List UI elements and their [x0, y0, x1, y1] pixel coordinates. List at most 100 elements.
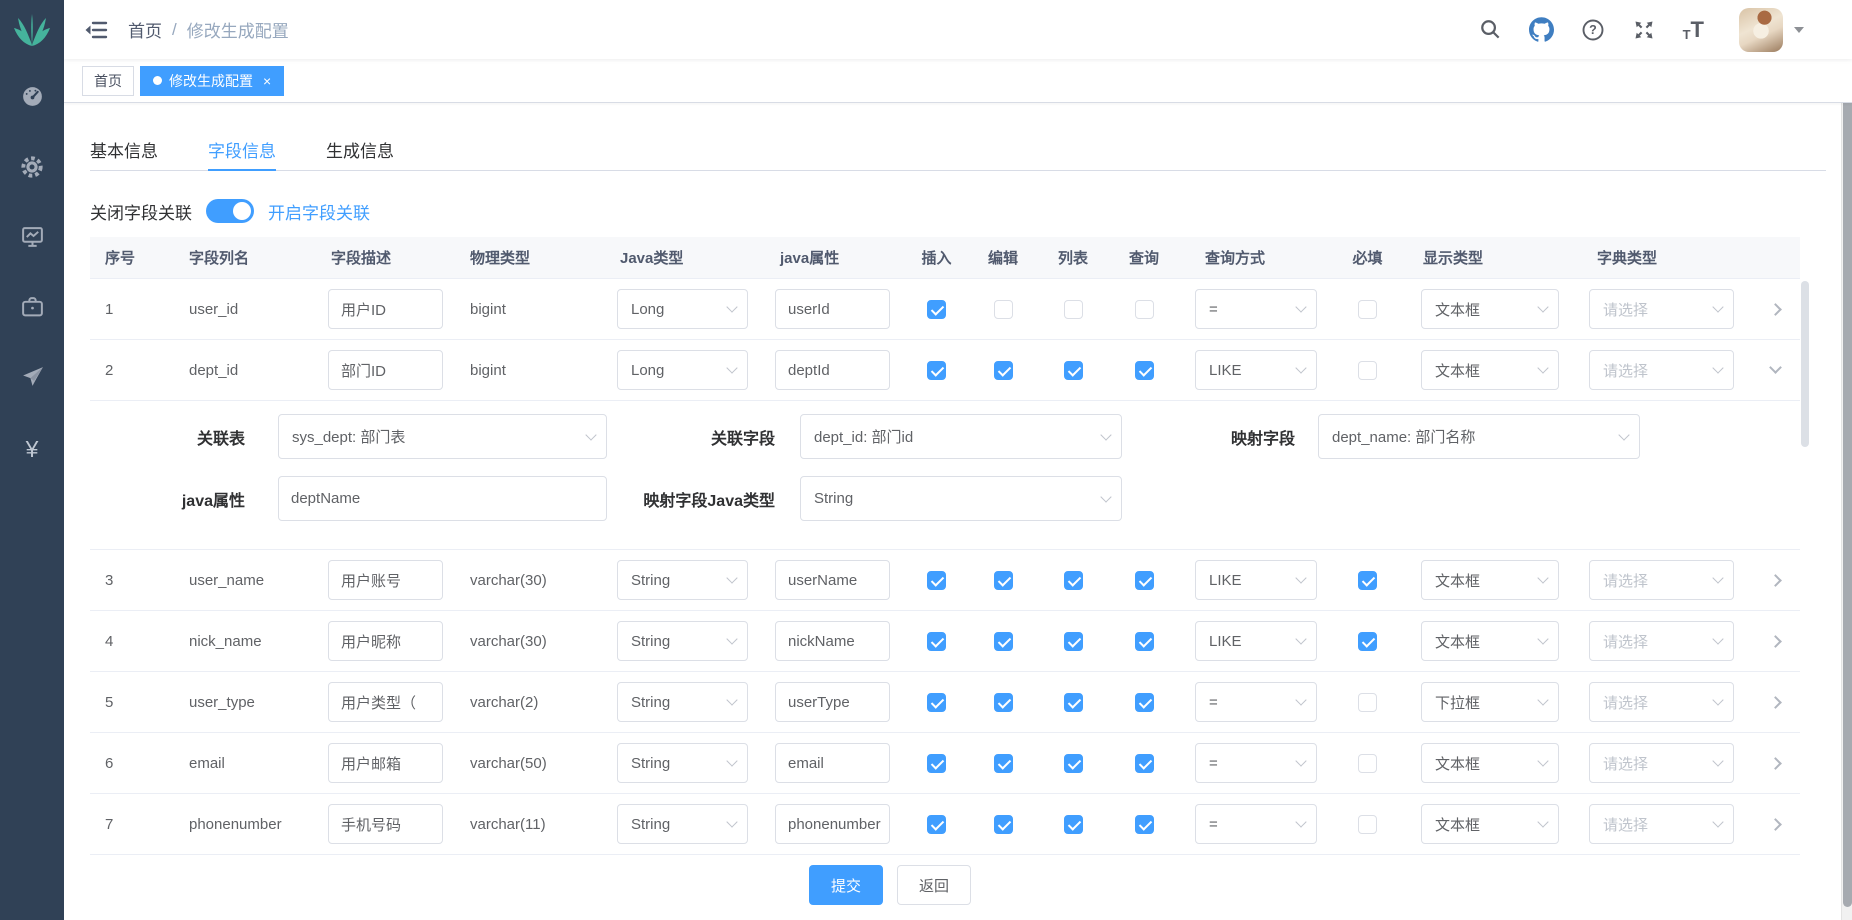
- insert-checkbox[interactable]: [927, 632, 946, 651]
- list-checkbox[interactable]: [1064, 815, 1083, 834]
- query-mode-select[interactable]: =: [1195, 804, 1317, 844]
- edit-checkbox[interactable]: [994, 571, 1013, 590]
- dict-type-select[interactable]: 请选择: [1589, 682, 1734, 722]
- sidebar-fold-icon[interactable]: [84, 20, 108, 40]
- java-type-select[interactable]: Long: [617, 350, 748, 390]
- java-type-select[interactable]: String: [617, 621, 748, 661]
- tab-field-info[interactable]: 字段信息: [208, 129, 276, 170]
- association-field-select[interactable]: dept_id: 部门id: [800, 414, 1122, 459]
- sidebar-item-dashboard[interactable]: [0, 64, 64, 134]
- breadcrumb-home[interactable]: 首页: [128, 17, 162, 42]
- expand-row-chevron-icon[interactable]: [1769, 574, 1782, 587]
- github-icon[interactable]: [1529, 17, 1554, 42]
- display-type-select[interactable]: 文本框: [1421, 289, 1559, 329]
- list-checkbox[interactable]: [1064, 693, 1083, 712]
- query-checkbox[interactable]: [1135, 632, 1154, 651]
- dict-type-select[interactable]: 请选择: [1589, 743, 1734, 783]
- java-type-select[interactable]: String: [617, 682, 748, 722]
- submit-button[interactable]: 提交: [809, 865, 883, 905]
- sidebar-item-system[interactable]: [0, 134, 64, 204]
- dict-type-select[interactable]: 请选择: [1589, 804, 1734, 844]
- required-checkbox[interactable]: [1358, 632, 1377, 651]
- expand-row-chevron-icon[interactable]: [1769, 818, 1782, 831]
- display-type-select[interactable]: 下拉框: [1421, 682, 1559, 722]
- field-association-switch[interactable]: [206, 199, 254, 223]
- expand-row-chevron-icon[interactable]: [1769, 696, 1782, 709]
- required-checkbox[interactable]: [1358, 300, 1377, 319]
- edit-checkbox[interactable]: [994, 754, 1013, 773]
- query-checkbox[interactable]: [1135, 300, 1154, 319]
- font-size-icon[interactable]: TT: [1683, 19, 1704, 41]
- java-attr-input[interactable]: userType: [775, 682, 890, 722]
- required-checkbox[interactable]: [1358, 571, 1377, 590]
- page-scrollbar-thumb[interactable]: [1843, 2, 1852, 907]
- mapping-java-type-select[interactable]: String: [800, 476, 1122, 521]
- sidebar-item-guide[interactable]: [0, 344, 64, 414]
- display-type-select[interactable]: 文本框: [1421, 350, 1559, 390]
- sidebar-item-monitor[interactable]: [0, 204, 64, 274]
- required-checkbox[interactable]: [1358, 693, 1377, 712]
- query-checkbox[interactable]: [1135, 571, 1154, 590]
- expand-row-chevron-icon[interactable]: [1769, 361, 1782, 374]
- list-checkbox[interactable]: [1064, 571, 1083, 590]
- search-icon[interactable]: [1479, 18, 1502, 41]
- description-input[interactable]: 手机号码: [328, 804, 443, 844]
- fullscreen-icon[interactable]: [1632, 18, 1656, 42]
- sidebar-item-tool[interactable]: [0, 274, 64, 344]
- edit-checkbox[interactable]: [994, 693, 1013, 712]
- dict-type-select[interactable]: 请选择: [1589, 621, 1734, 661]
- display-type-select[interactable]: 文本框: [1421, 804, 1559, 844]
- insert-checkbox[interactable]: [927, 361, 946, 380]
- insert-checkbox[interactable]: [927, 693, 946, 712]
- app-logo[interactable]: [0, 0, 64, 64]
- insert-checkbox[interactable]: [927, 754, 946, 773]
- query-checkbox[interactable]: [1135, 754, 1154, 773]
- tab-generate-info[interactable]: 生成信息: [326, 129, 394, 170]
- tag-active-page[interactable]: 修改生成配置 ×: [140, 66, 284, 96]
- help-icon[interactable]: ?: [1581, 18, 1605, 42]
- java-attr-input[interactable]: deptId: [775, 350, 890, 390]
- sidebar-item-pay[interactable]: ¥: [0, 414, 64, 484]
- query-mode-select[interactable]: =: [1195, 289, 1317, 329]
- expand-row-chevron-icon[interactable]: [1769, 757, 1782, 770]
- tag-close-icon[interactable]: ×: [263, 73, 271, 89]
- query-mode-select[interactable]: LIKE: [1195, 560, 1317, 600]
- expand-row-chevron-icon[interactable]: [1769, 635, 1782, 648]
- required-checkbox[interactable]: [1358, 361, 1377, 380]
- insert-checkbox[interactable]: [927, 300, 946, 319]
- edit-checkbox[interactable]: [994, 300, 1013, 319]
- description-input[interactable]: 用户邮箱: [328, 743, 443, 783]
- table-scrollbar-thumb[interactable]: [1801, 281, 1809, 447]
- java-attr-input[interactable]: email: [775, 743, 890, 783]
- java-attr-input[interactable]: userName: [775, 560, 890, 600]
- java-attr-input[interactable]: userId: [775, 289, 890, 329]
- association-table-select[interactable]: sys_dept: 部门表: [278, 414, 607, 459]
- back-button[interactable]: 返回: [897, 865, 971, 905]
- list-checkbox[interactable]: [1064, 300, 1083, 319]
- java-type-select[interactable]: String: [617, 743, 748, 783]
- edit-checkbox[interactable]: [994, 632, 1013, 651]
- query-checkbox[interactable]: [1135, 693, 1154, 712]
- display-type-select[interactable]: 文本框: [1421, 743, 1559, 783]
- description-input[interactable]: 用户ID: [328, 289, 443, 329]
- user-menu[interactable]: [1739, 8, 1804, 52]
- tag-home[interactable]: 首页: [82, 66, 134, 96]
- insert-checkbox[interactable]: [927, 815, 946, 834]
- edit-checkbox[interactable]: [994, 815, 1013, 834]
- tab-basic-info[interactable]: 基本信息: [90, 129, 158, 170]
- query-mode-select[interactable]: =: [1195, 743, 1317, 783]
- required-checkbox[interactable]: [1358, 815, 1377, 834]
- description-input[interactable]: 用户昵称: [328, 621, 443, 661]
- java-type-select[interactable]: String: [617, 804, 748, 844]
- dict-type-select[interactable]: 请选择: [1589, 350, 1734, 390]
- required-checkbox[interactable]: [1358, 754, 1377, 773]
- edit-checkbox[interactable]: [994, 361, 1013, 380]
- dict-type-select[interactable]: 请选择: [1589, 560, 1734, 600]
- description-input[interactable]: 部门ID: [328, 350, 443, 390]
- user-avatar[interactable]: [1739, 8, 1783, 52]
- query-checkbox[interactable]: [1135, 815, 1154, 834]
- java-attr-input[interactable]: nickName: [775, 621, 890, 661]
- query-mode-select[interactable]: =: [1195, 682, 1317, 722]
- query-checkbox[interactable]: [1135, 361, 1154, 380]
- display-type-select[interactable]: 文本框: [1421, 560, 1559, 600]
